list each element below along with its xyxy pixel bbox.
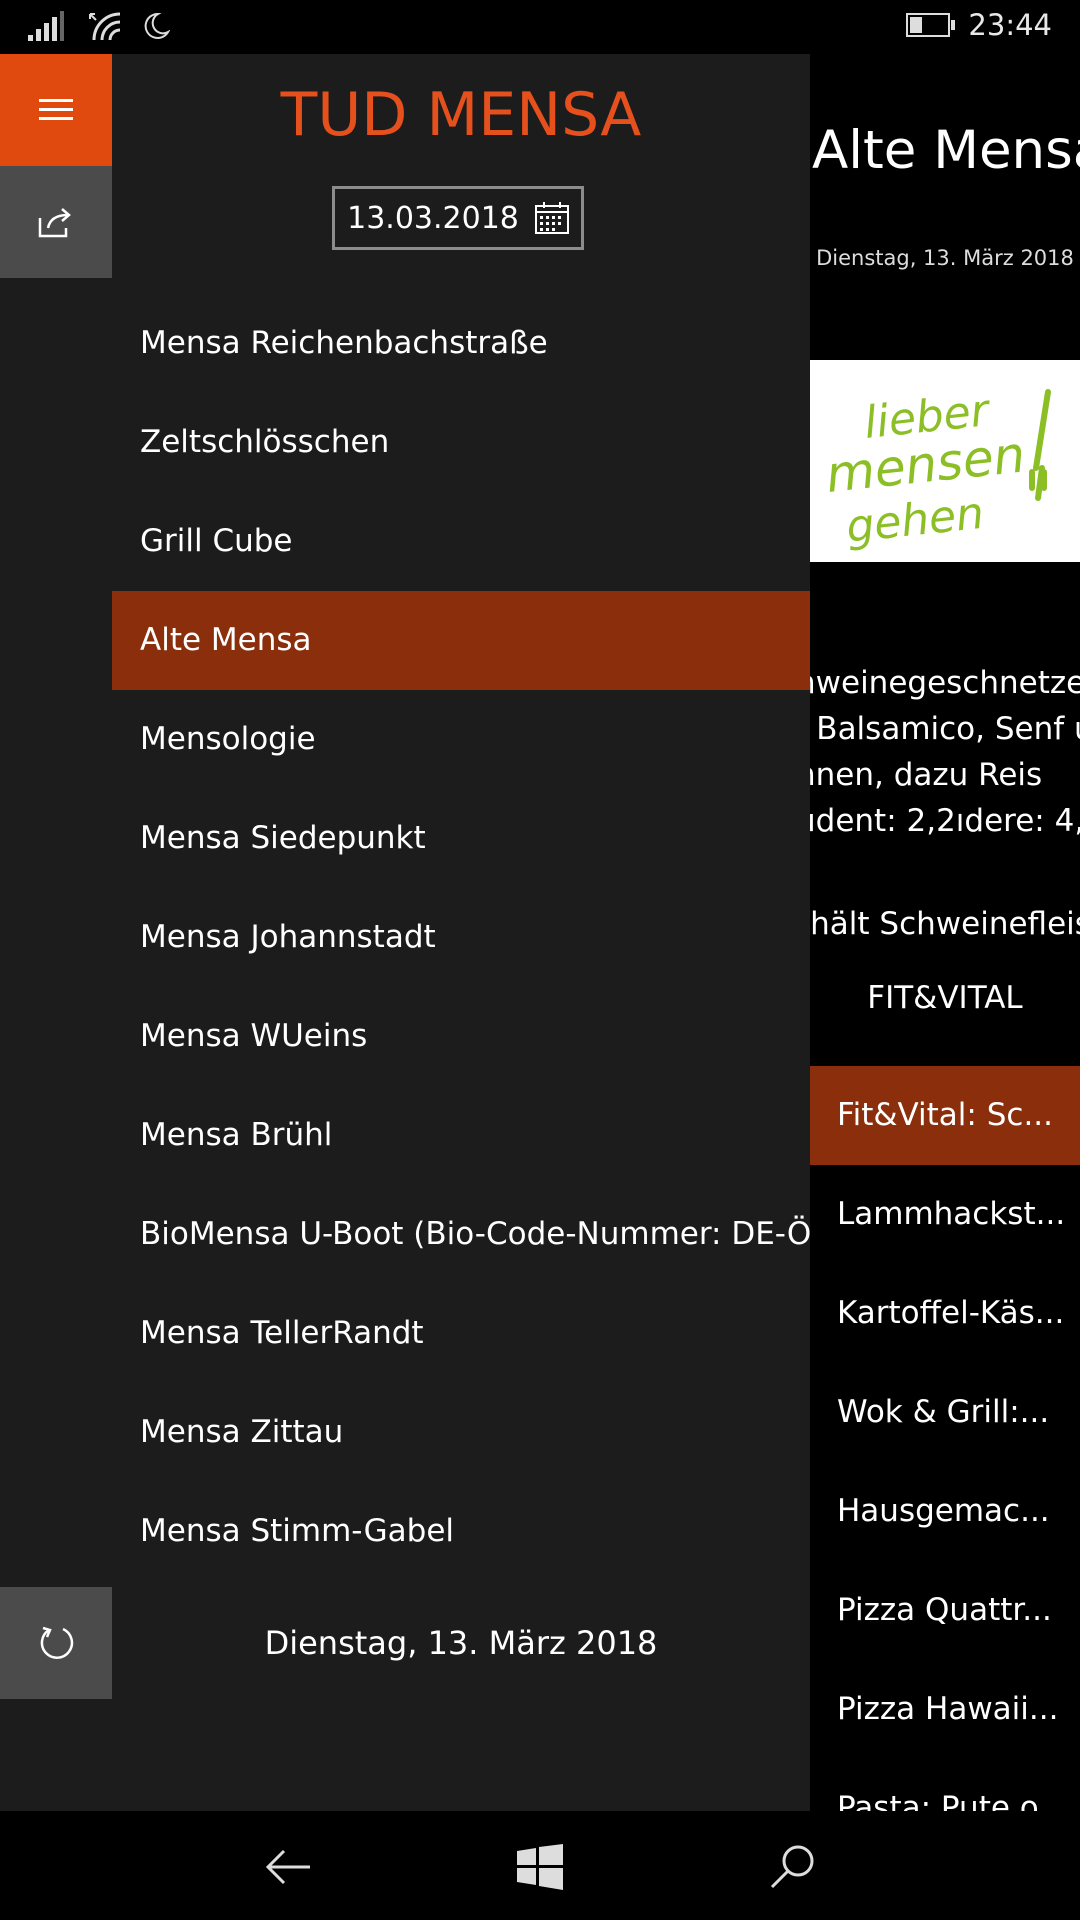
- meal-item[interactable]: Hausgemac...: [810, 1462, 1080, 1561]
- back-arrow-icon: [265, 1849, 310, 1885]
- calendar-icon: [534, 202, 569, 234]
- description-line: hweinegeschnetzel: [810, 665, 1080, 701]
- mensa-list-item[interactable]: Mensologie: [112, 690, 810, 789]
- logo-word-2: mensen: [823, 425, 1028, 504]
- mensa-list-item[interactable]: Mensa Brühl: [112, 1086, 810, 1185]
- description-line: : Balsamico, Senf u: [810, 711, 1080, 747]
- description-line: nnen, dazu Reis: [810, 757, 1043, 793]
- mensa-list-item[interactable]: Mensa WUeins: [112, 987, 810, 1086]
- mensa-list-item[interactable]: Mensa Siedepunkt: [112, 789, 810, 888]
- lieber-mensen-gehen-logo: lieber mensen gehen: [810, 360, 1080, 562]
- mensa-list-item[interactable]: Mensa TellerRandt: [112, 1284, 810, 1383]
- search-button[interactable]: [762, 1837, 822, 1897]
- meal-category-header: FIT&VITAL: [867, 980, 1023, 1016]
- mensa-list-item[interactable]: Mensa Stimm-Gabel: [112, 1482, 810, 1581]
- status-bar: 23:44: [0, 0, 1080, 54]
- windows-start-button[interactable]: [510, 1837, 570, 1897]
- mensa-list-item-selected[interactable]: Alte Mensa: [112, 591, 810, 690]
- wifi-icon: [89, 12, 121, 41]
- mensa-list-item[interactable]: Mensa Johannstadt: [112, 888, 810, 987]
- meal-list: Fit&Vital: Sc... Lammhackst... Kartoffel…: [810, 1066, 1080, 1811]
- mensa-list-item[interactable]: BioMensa U-Boot (Bio-Code-Nummer: DE-ÖKO…: [112, 1185, 810, 1284]
- refresh-icon: [40, 1626, 74, 1659]
- description-line: udent: 2,2ıdere: 4,0: [810, 803, 1080, 839]
- nav-rail: [0, 54, 112, 1811]
- meal-item[interactable]: Pizza Quattr...: [810, 1561, 1080, 1660]
- hamburger-menu-button[interactable]: [0, 54, 112, 166]
- footer-date: Dienstag, 13. März 2018: [264, 1624, 658, 1662]
- signal-icon: [28, 11, 64, 41]
- back-button[interactable]: [258, 1837, 318, 1897]
- detail-title: Alte Mensa: [812, 120, 1080, 181]
- share-icon: [38, 208, 71, 238]
- refresh-button[interactable]: [0, 1587, 112, 1699]
- meal-description: hweinegeschnetzel : Balsamico, Senf u nn…: [810, 660, 1080, 844]
- meal-item[interactable]: Kartoffel-Käs...: [810, 1264, 1080, 1363]
- detail-date: Dienstag, 13. März 2018: [816, 246, 1074, 270]
- status-time: 23:44: [968, 8, 1052, 42]
- mensa-list-item[interactable]: Zeltschlösschen: [112, 393, 810, 492]
- mensa-navigation-pane: TUD MENSA 13.03.2018 Mensa Reichenbachst…: [112, 54, 810, 1811]
- mensa-detail-view: Alte Mensa Dienstag, 13. März 2018 liebe…: [810, 54, 1080, 1811]
- mensa-list-item[interactable]: Mensa Zittau: [112, 1383, 810, 1482]
- meal-item[interactable]: Wok & Grill:...: [810, 1363, 1080, 1462]
- hamburger-icon: [39, 99, 73, 121]
- meal-item[interactable]: Fit&Vital: Sc...: [810, 1066, 1080, 1165]
- app-title: TUD MENSA: [280, 80, 642, 150]
- quiet-hours-moon-icon: [144, 12, 170, 39]
- meal-item[interactable]: Pizza Hawaii...: [810, 1660, 1080, 1759]
- windows-logo-icon: [517, 1844, 563, 1890]
- system-nav-bar: [0, 1811, 1080, 1920]
- meal-item[interactable]: Pasta: Pute o...: [810, 1759, 1080, 1811]
- mensa-list: Mensa Reichenbachstraße Zeltschlösschen …: [112, 294, 810, 1581]
- meal-contains: thält Schweinefleis: [810, 906, 1080, 942]
- mensa-list-item[interactable]: Mensa Reichenbachstraße: [112, 294, 810, 393]
- mensa-list-item[interactable]: Grill Cube: [112, 492, 810, 591]
- date-value: 13.03.2018: [347, 200, 519, 236]
- search-icon: [770, 1845, 814, 1889]
- date-picker[interactable]: 13.03.2018: [332, 186, 584, 250]
- battery-icon: [906, 13, 956, 37]
- share-button[interactable]: [0, 166, 112, 278]
- meal-item[interactable]: Lammhackst...: [810, 1165, 1080, 1264]
